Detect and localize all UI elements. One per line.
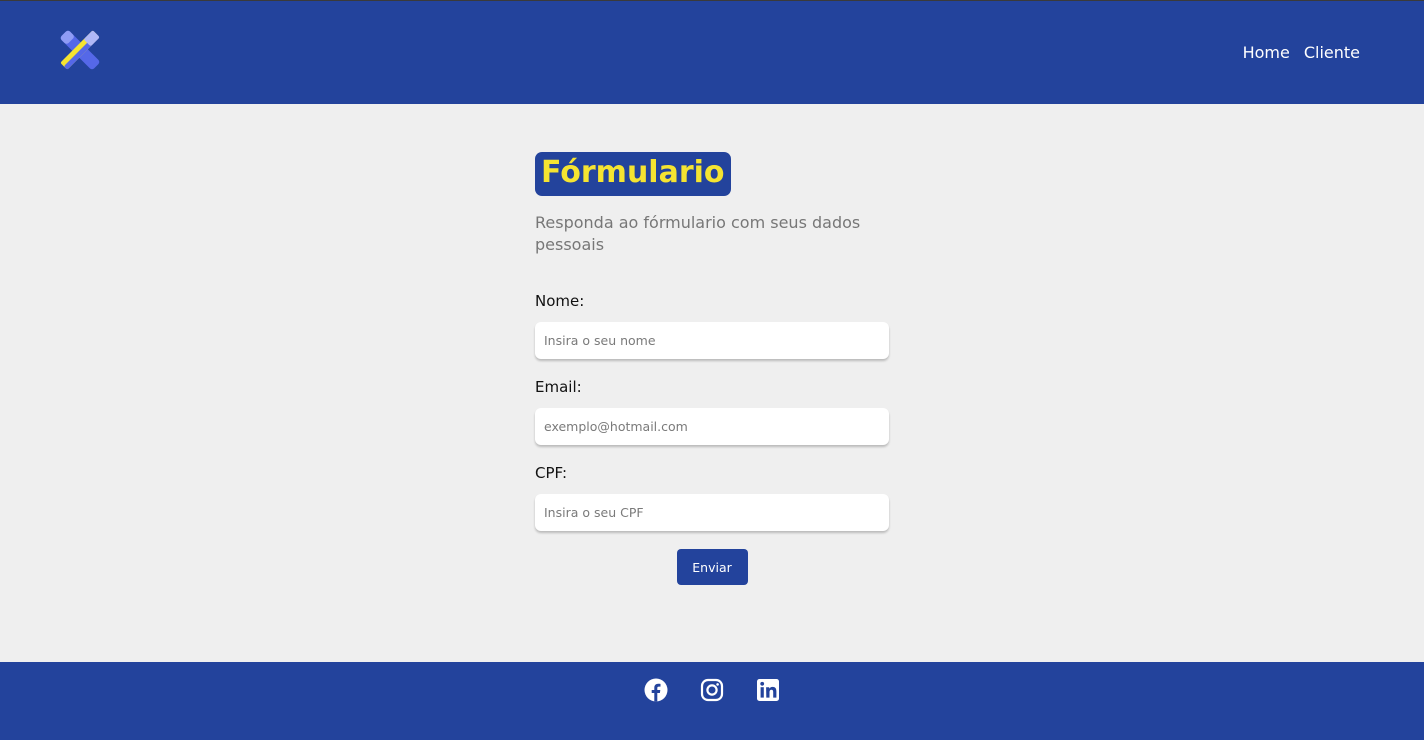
page-title: Fórmulario	[535, 152, 731, 196]
form-subtitle: Responda ao fórmulario com seus dados pe…	[535, 213, 861, 254]
nome-input[interactable]	[535, 322, 889, 359]
social-links	[644, 678, 780, 702]
submit-button[interactable]: Enviar	[676, 549, 748, 585]
cpf-label: CPF:	[535, 464, 568, 482]
nome-label: Nome:	[535, 292, 585, 310]
main-nav: Home Cliente	[1243, 43, 1360, 62]
instagram-icon[interactable]	[700, 678, 724, 702]
nav-link-home[interactable]: Home	[1243, 43, 1290, 62]
pencil-ruler-logo-icon[interactable]	[54, 26, 106, 74]
form-section: Fórmulario Responda ao fórmulario com se…	[535, 152, 889, 585]
site-footer	[0, 662, 1424, 740]
site-header: Home Cliente	[0, 1, 1424, 104]
personal-data-form: Nome: Email: CPF: Enviar	[535, 291, 889, 585]
email-label: Email:	[535, 378, 582, 396]
nav-link-cliente[interactable]: Cliente	[1304, 43, 1360, 62]
email-input[interactable]	[535, 408, 889, 445]
cpf-input[interactable]	[535, 494, 889, 531]
linkedin-icon[interactable]	[756, 678, 780, 702]
facebook-icon[interactable]	[644, 678, 668, 702]
